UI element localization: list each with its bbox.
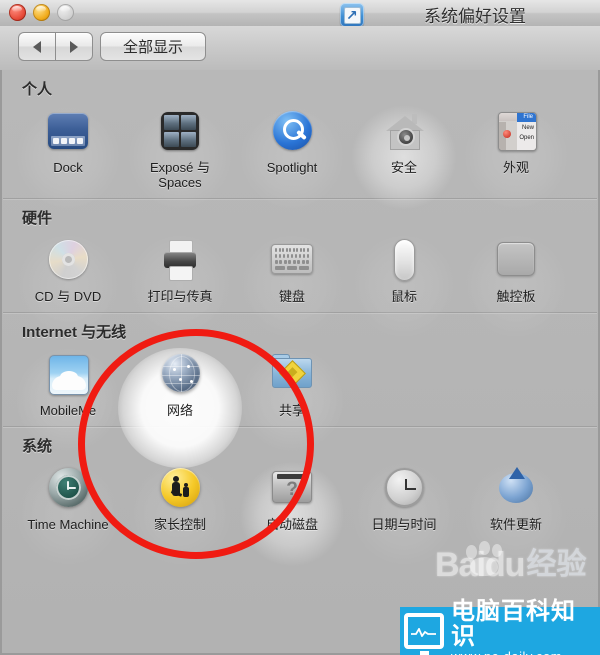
software-update-icon xyxy=(492,464,540,512)
sharing-folder-icon xyxy=(268,350,316,398)
dock-icon xyxy=(44,107,92,155)
preferences-grid: 个人 Dock Exposé 与 Spaces Spotlight 安全 Fil… xyxy=(0,70,600,655)
pref-item-label: 打印与传真 xyxy=(147,289,213,304)
trackpad-icon xyxy=(492,236,540,284)
pref-item-expose-spaces[interactable]: Exposé 与 Spaces xyxy=(124,103,236,209)
pref-item-label: 网络 xyxy=(166,403,193,418)
section-row: Dock Exposé 与 Spaces Spotlight 安全 File N… xyxy=(2,101,598,209)
section-heading: Internet 与无线 xyxy=(22,324,127,341)
pref-item-security[interactable]: 安全 xyxy=(348,103,460,209)
nav-button-group xyxy=(18,32,93,61)
pref-item-label: 鼠标 xyxy=(390,289,417,304)
show-all-button[interactable]: 全部显示 xyxy=(100,32,207,61)
section-row: Time Machine 家长控制 ? 启动磁盘 日期与时间 软件更新 xyxy=(2,458,598,566)
mouse-icon xyxy=(380,236,428,284)
pref-item-label: MobileMe xyxy=(39,403,97,418)
section-row: MobileMe 网络 共享 xyxy=(2,344,598,468)
pref-item-label: 家长控制 xyxy=(153,517,206,532)
traffic-lights xyxy=(9,4,74,21)
section-hardware: 硬件 CD 与 DVD 打印与传真 键盘 鼠标 触控板 xyxy=(2,199,598,338)
back-button[interactable] xyxy=(18,32,55,61)
pref-item-label: 软件更新 xyxy=(489,517,542,532)
monitor-pulse-icon xyxy=(404,613,444,655)
pref-item-spotlight[interactable]: Spotlight xyxy=(236,103,348,209)
pref-item-label: 启动磁盘 xyxy=(265,517,318,532)
pref-item-sharing[interactable]: 共享 xyxy=(236,346,348,452)
pref-item-time-machine[interactable]: Time Machine xyxy=(12,460,124,566)
window-title: 系统偏好设置 xyxy=(424,7,526,26)
parental-controls-icon xyxy=(156,464,204,512)
pref-item-dock[interactable]: Dock xyxy=(12,103,124,209)
section-personal: 个人 Dock Exposé 与 Spaces Spotlight 安全 Fil… xyxy=(2,70,598,209)
minimize-button[interactable] xyxy=(33,4,50,21)
pref-item-label: CD 与 DVD xyxy=(34,289,102,304)
time-machine-icon xyxy=(44,464,92,512)
section-system: 系统 Time Machine 家长控制 ? 启动磁盘 日期与时间 软件更新 xyxy=(2,427,598,566)
pref-item-label: Dock xyxy=(53,160,83,175)
pref-item-label: Time Machine xyxy=(27,517,109,532)
appearance-icon: File New Open xyxy=(492,107,540,155)
section-heading: 个人 xyxy=(22,81,53,98)
pref-item-label: Exposé 与 Spaces xyxy=(150,160,210,190)
pref-item-mobileme[interactable]: MobileMe xyxy=(12,346,124,452)
pref-item-software-update[interactable]: 软件更新 xyxy=(460,460,572,566)
pref-item-label: 日期与时间 xyxy=(371,517,437,532)
system-preferences-window: ↗ 系统偏好设置 全部显示 个人 Dock Exposé 与 Spaces Sp… xyxy=(0,0,600,655)
title-area: ↗ 系统偏好设置 xyxy=(340,2,526,27)
zoom-button[interactable] xyxy=(57,4,74,21)
network-globe-icon xyxy=(156,350,204,398)
pref-item-startup-disk[interactable]: ? 启动磁盘 xyxy=(236,460,348,566)
pref-item-label: 触控板 xyxy=(496,289,536,304)
site-title: 电脑百科知识 xyxy=(451,597,576,650)
section-heading: 硬件 xyxy=(22,210,53,227)
pref-item-label: 安全 xyxy=(390,160,417,175)
site-url: www.pc-daily.com xyxy=(451,649,600,655)
pref-item-parental-controls[interactable]: 家长控制 xyxy=(124,460,236,566)
section-row: CD 与 DVD 打印与传真 键盘 鼠标 触控板 xyxy=(2,230,598,338)
pref-item-mouse[interactable]: 鼠标 xyxy=(348,232,460,338)
site-watermark-text: 电脑百科知识 www.pc-daily.com xyxy=(451,599,600,655)
window-titlebar: ↗ 系统偏好设置 xyxy=(0,0,600,27)
system-preferences-icon: ↗ xyxy=(340,2,364,27)
security-icon xyxy=(380,107,428,155)
section-internet-wireless: Internet 与无线 MobileMe 网络 共享 xyxy=(2,313,598,468)
pref-item-label: 外观 xyxy=(502,160,529,175)
pref-item-label: 共享 xyxy=(278,403,305,418)
startup-disk-icon: ? xyxy=(268,464,316,512)
pref-item-network[interactable]: 网络 xyxy=(118,346,242,468)
keyboard-icon xyxy=(268,236,316,284)
pref-item-trackpad[interactable]: 触控板 xyxy=(460,232,572,338)
cd-dvd-icon xyxy=(44,236,92,284)
forward-button[interactable] xyxy=(55,32,93,61)
section-heading: 系统 xyxy=(22,438,53,455)
pref-item-label: Spotlight xyxy=(266,160,318,175)
pref-item-print-fax[interactable]: 打印与传真 xyxy=(124,232,236,338)
window-toolbar: 全部显示 xyxy=(0,26,600,71)
pref-item-cd-dvd[interactable]: CD 与 DVD xyxy=(12,232,124,338)
chevron-right-icon xyxy=(70,40,78,53)
chevron-left-icon xyxy=(33,40,41,53)
pref-item-date-time[interactable]: 日期与时间 xyxy=(348,460,460,566)
print-fax-icon xyxy=(156,236,204,284)
pref-item-keyboard[interactable]: 键盘 xyxy=(236,232,348,338)
pref-item-label: 键盘 xyxy=(278,289,305,304)
mobileme-icon xyxy=(44,350,92,398)
site-watermark-banner: 电脑百科知识 www.pc-daily.com xyxy=(400,599,600,655)
pref-item-appearance[interactable]: File New Open 外观 xyxy=(460,103,572,209)
close-button[interactable] xyxy=(9,4,26,21)
spotlight-icon xyxy=(268,107,316,155)
date-time-icon xyxy=(380,464,428,512)
expose-spaces-icon xyxy=(156,107,204,155)
